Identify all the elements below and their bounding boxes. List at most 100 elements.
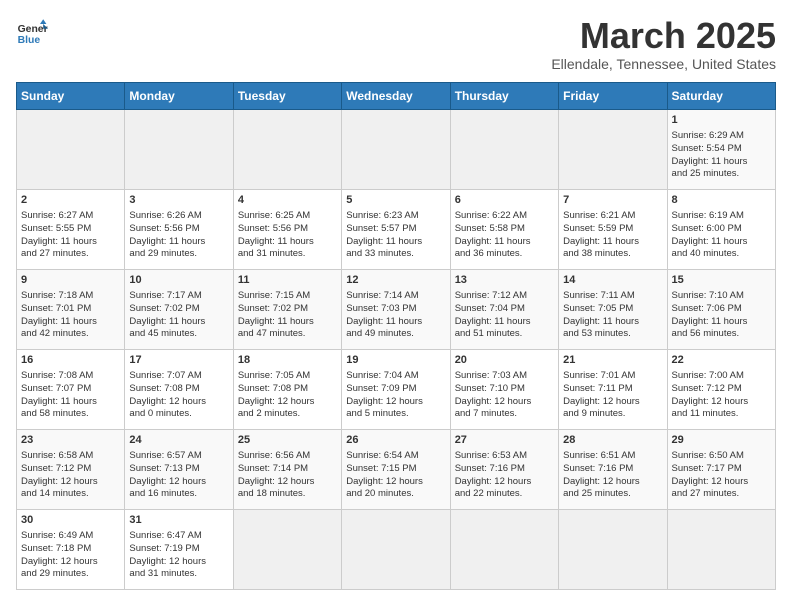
day-number: 5 <box>346 193 445 208</box>
day-number: 19 <box>346 353 445 368</box>
calendar-cell: 10Sunrise: 7:17 AM Sunset: 7:02 PM Dayli… <box>125 269 233 349</box>
day-info: Sunrise: 7:04 AM Sunset: 7:09 PM Dayligh… <box>346 370 445 421</box>
calendar-cell: 18 Sunrise: 7:05 AM Sunset: 7:08 PM Dayli… <box>233 349 341 429</box>
day-info: Sunrise: 6:23 AM Sunset: 5:57 PM Dayligh… <box>346 210 445 261</box>
day-info: Sunrise: 7:08 AM Sunset: 7:07 PM Dayligh… <box>21 370 120 421</box>
day-header-monday: Monday <box>125 82 233 109</box>
day-info: Sunrise: 6:49 AM Sunset: 7:18 PM Dayligh… <box>21 530 120 581</box>
day-info: Sunrise: 6:53 AM Sunset: 7:16 PM Dayligh… <box>455 450 554 501</box>
calendar-week-2: 2Sunrise: 6:27 AM Sunset: 5:55 PM Daylig… <box>17 189 776 269</box>
day-info: Sunrise: 7:05 AM Sunset: 7:08 PM Dayligh… <box>238 370 337 421</box>
day-info: Sunrise: 6:56 AM Sunset: 7:14 PM Dayligh… <box>238 450 337 501</box>
calendar-cell <box>667 509 775 589</box>
calendar-cell: 28 Sunrise: 6:51 AM Sunset: 7:16 PM Dayli… <box>559 429 667 509</box>
day-number: 13 <box>455 273 554 288</box>
day-number: 1 <box>672 113 771 128</box>
calendar-table: SundayMondayTuesdayWednesdayThursdayFrid… <box>16 82 776 590</box>
logo: General Blue <box>16 16 48 48</box>
calendar-week-5: 23Sunrise: 6:58 AM Sunset: 7:12 PM Dayli… <box>17 429 776 509</box>
day-info: Sunrise: 6:47 AM Sunset: 7:19 PM Dayligh… <box>129 530 228 581</box>
day-info: Sunrise: 7:03 AM Sunset: 7:10 PM Dayligh… <box>455 370 554 421</box>
day-info: Sunrise: 6:29 AM Sunset: 5:54 PM Dayligh… <box>672 130 771 181</box>
calendar-cell: 25Sunrise: 6:56 AM Sunset: 7:14 PM Dayli… <box>233 429 341 509</box>
day-number: 24 <box>129 433 228 448</box>
day-number: 4 <box>238 193 337 208</box>
day-info: Sunrise: 6:21 AM Sunset: 5:59 PM Dayligh… <box>563 210 662 261</box>
day-info: Sunrise: 7:12 AM Sunset: 7:04 PM Dayligh… <box>455 290 554 341</box>
day-number: 27 <box>455 433 554 448</box>
day-number: 14 <box>563 273 662 288</box>
day-info: Sunrise: 7:18 AM Sunset: 7:01 PM Dayligh… <box>21 290 120 341</box>
day-number: 6 <box>455 193 554 208</box>
day-info: Sunrise: 6:51 AM Sunset: 7:16 PM Dayligh… <box>563 450 662 501</box>
day-info: Sunrise: 7:01 AM Sunset: 7:11 PM Dayligh… <box>563 370 662 421</box>
calendar-cell <box>342 109 450 189</box>
day-info: Sunrise: 7:15 AM Sunset: 7:02 PM Dayligh… <box>238 290 337 341</box>
calendar-cell <box>233 109 341 189</box>
day-header-thursday: Thursday <box>450 82 558 109</box>
day-header-friday: Friday <box>559 82 667 109</box>
day-info: Sunrise: 7:00 AM Sunset: 7:12 PM Dayligh… <box>672 370 771 421</box>
day-number: 23 <box>21 433 120 448</box>
day-info: Sunrise: 6:19 AM Sunset: 6:00 PM Dayligh… <box>672 210 771 261</box>
day-number: 11 <box>238 273 337 288</box>
calendar-week-1: 1 Sunrise: 6:29 AM Sunset: 5:54 PM Daylig… <box>17 109 776 189</box>
calendar-week-3: 9 Sunrise: 7:18 AM Sunset: 7:01 PM Daylig… <box>17 269 776 349</box>
day-header-wednesday: Wednesday <box>342 82 450 109</box>
day-info: Sunrise: 7:14 AM Sunset: 7:03 PM Dayligh… <box>346 290 445 341</box>
day-header-saturday: Saturday <box>667 82 775 109</box>
calendar-cell <box>450 509 558 589</box>
calendar-cell <box>342 509 450 589</box>
calendar-cell <box>125 109 233 189</box>
day-number: 9 <box>21 273 120 288</box>
calendar-cell: 2Sunrise: 6:27 AM Sunset: 5:55 PM Daylig… <box>17 189 125 269</box>
day-number: 3 <box>129 193 228 208</box>
calendar-cell: 19 Sunrise: 7:04 AM Sunset: 7:09 PM Dayli… <box>342 349 450 429</box>
calendar-cell <box>17 109 125 189</box>
day-info: Sunrise: 6:26 AM Sunset: 5:56 PM Dayligh… <box>129 210 228 261</box>
day-number: 26 <box>346 433 445 448</box>
day-number: 22 <box>672 353 771 368</box>
calendar-cell <box>233 509 341 589</box>
calendar-cell <box>559 109 667 189</box>
calendar-cell: 4 Sunrise: 6:25 AM Sunset: 5:56 PM Daylig… <box>233 189 341 269</box>
calendar-body: 1 Sunrise: 6:29 AM Sunset: 5:54 PM Daylig… <box>17 109 776 589</box>
day-info: Sunrise: 6:25 AM Sunset: 5:56 PM Dayligh… <box>238 210 337 261</box>
day-number: 29 <box>672 433 771 448</box>
calendar-cell: 8 Sunrise: 6:19 AM Sunset: 6:00 PM Daylig… <box>667 189 775 269</box>
day-header-tuesday: Tuesday <box>233 82 341 109</box>
calendar-cell: 31 Sunrise: 6:47 AM Sunset: 7:19 PM Dayli… <box>125 509 233 589</box>
calendar-cell: 24 Sunrise: 6:57 AM Sunset: 7:13 PM Dayli… <box>125 429 233 509</box>
title-block: March 2025 Ellendale, Tennessee, United … <box>551 16 776 72</box>
calendar-cell: 21 Sunrise: 7:01 AM Sunset: 7:11 PM Dayli… <box>559 349 667 429</box>
day-info: Sunrise: 6:50 AM Sunset: 7:17 PM Dayligh… <box>672 450 771 501</box>
day-info: Sunrise: 7:07 AM Sunset: 7:08 PM Dayligh… <box>129 370 228 421</box>
calendar-cell: 16 Sunrise: 7:08 AM Sunset: 7:07 PM Dayli… <box>17 349 125 429</box>
day-number: 28 <box>563 433 662 448</box>
day-info: Sunrise: 6:54 AM Sunset: 7:15 PM Dayligh… <box>346 450 445 501</box>
svg-text:Blue: Blue <box>18 35 41 46</box>
calendar-week-4: 16 Sunrise: 7:08 AM Sunset: 7:07 PM Dayli… <box>17 349 776 429</box>
calendar-cell: 7 Sunrise: 6:21 AM Sunset: 5:59 PM Daylig… <box>559 189 667 269</box>
calendar-cell: 5 Sunrise: 6:23 AM Sunset: 5:57 PM Daylig… <box>342 189 450 269</box>
day-number: 12 <box>346 273 445 288</box>
day-number: 31 <box>129 513 228 528</box>
day-number: 16 <box>21 353 120 368</box>
day-number: 8 <box>672 193 771 208</box>
calendar-cell: 26 Sunrise: 6:54 AM Sunset: 7:15 PM Dayli… <box>342 429 450 509</box>
calendar-cell: 15 Sunrise: 7:10 AM Sunset: 7:06 PM Dayli… <box>667 269 775 349</box>
day-number: 21 <box>563 353 662 368</box>
day-info: Sunrise: 6:57 AM Sunset: 7:13 PM Dayligh… <box>129 450 228 501</box>
calendar-cell: 12 Sunrise: 7:14 AM Sunset: 7:03 PM Dayli… <box>342 269 450 349</box>
calendar-week-6: 30Sunrise: 6:49 AM Sunset: 7:18 PM Dayli… <box>17 509 776 589</box>
calendar-cell: 22 Sunrise: 7:00 AM Sunset: 7:12 PM Dayli… <box>667 349 775 429</box>
day-info: Sunrise: 7:10 AM Sunset: 7:06 PM Dayligh… <box>672 290 771 341</box>
page-subtitle: Ellendale, Tennessee, United States <box>551 56 776 72</box>
calendar-header-row: SundayMondayTuesdayWednesdayThursdayFrid… <box>17 82 776 109</box>
calendar-cell: 30Sunrise: 6:49 AM Sunset: 7:18 PM Dayli… <box>17 509 125 589</box>
day-number: 18 <box>238 353 337 368</box>
day-number: 15 <box>672 273 771 288</box>
calendar-cell: 20Sunrise: 7:03 AM Sunset: 7:10 PM Dayli… <box>450 349 558 429</box>
logo-icon: General Blue <box>16 16 48 48</box>
day-number: 7 <box>563 193 662 208</box>
